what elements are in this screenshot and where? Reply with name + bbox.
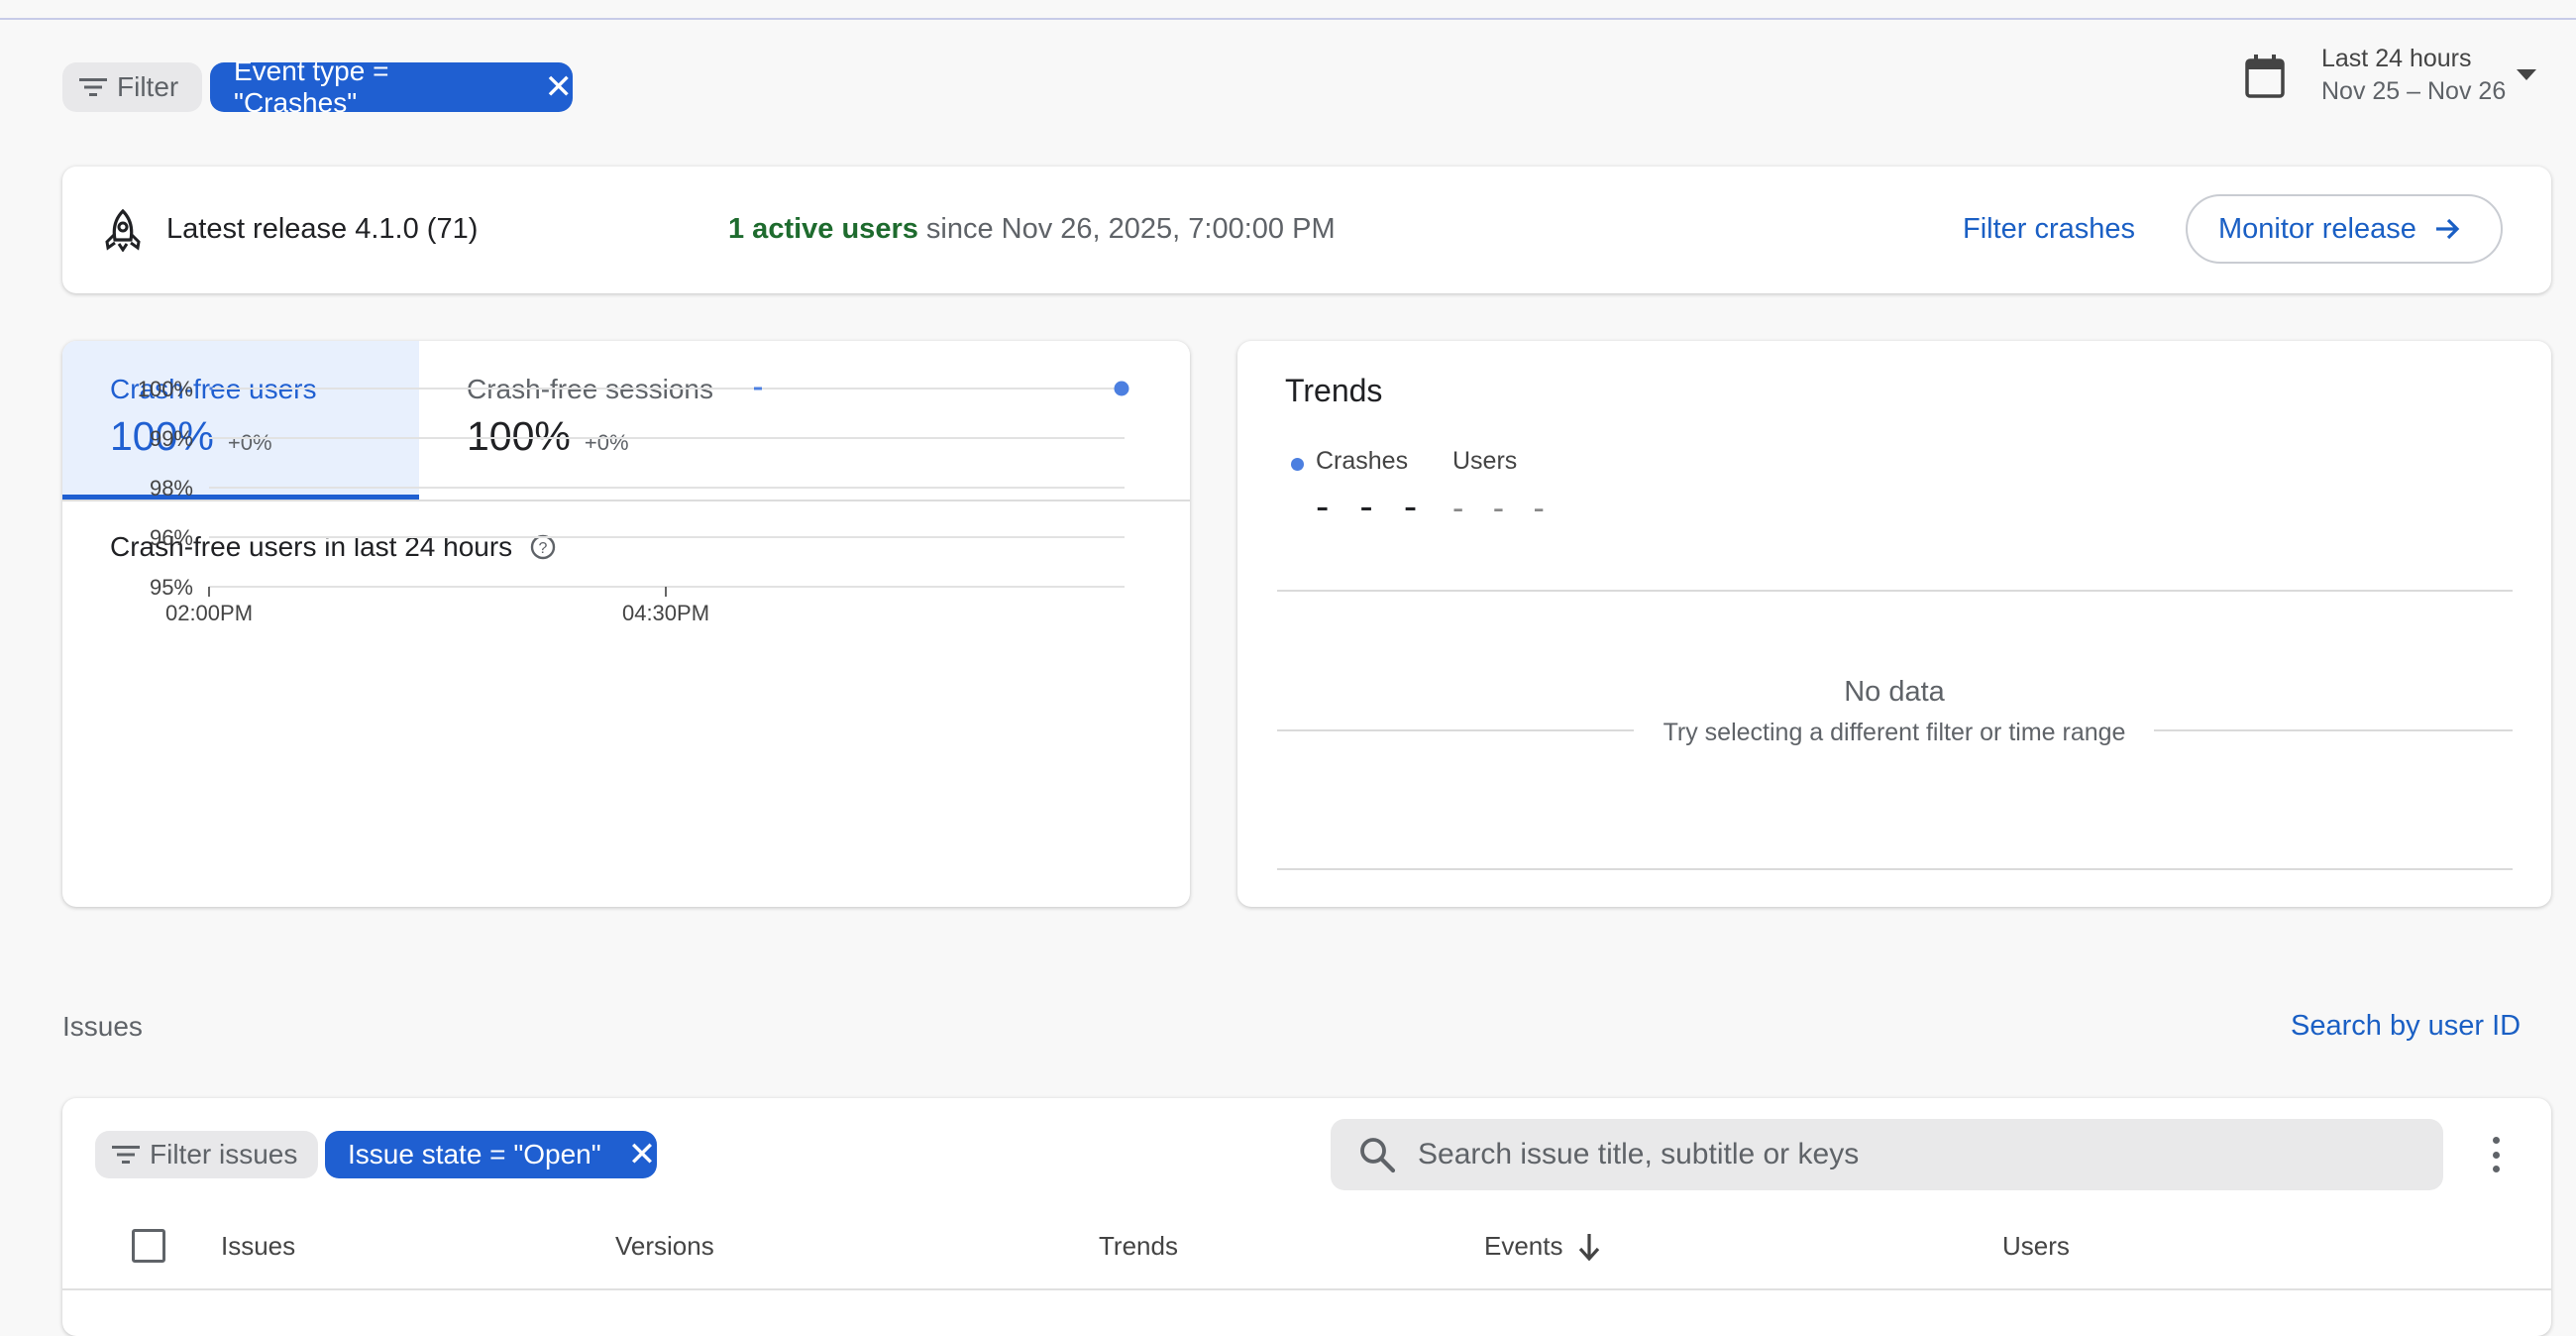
data-point	[754, 387, 762, 390]
issues-heading: Issues	[62, 1011, 143, 1042]
y-tick-label: 95%	[150, 575, 193, 600]
arrow-down-icon	[1578, 1233, 1599, 1261]
release-label: Latest release 4.1.0 (71)	[166, 213, 479, 245]
x-tick-label: 02:00PM	[165, 601, 253, 625]
date-range-subtitle: Nov 25 – Nov 26	[2321, 77, 2507, 105]
calendar-icon	[2245, 55, 2285, 98]
monitor-release-label: Monitor release	[2218, 212, 2416, 245]
table-header-divider	[62, 1288, 2551, 1290]
filter-label: Filter	[117, 71, 179, 102]
event-type-chip-label: Event type = "Crashes"	[234, 56, 389, 118]
close-icon[interactable]: ✕	[628, 1138, 657, 1171]
issue-search-input[interactable]: Search issue title, subtitle or keys	[1331, 1119, 2443, 1190]
y-tick-label: 96%	[150, 525, 193, 550]
filter-icon	[112, 1146, 140, 1164]
filter-issues-label: Filter issues	[150, 1139, 298, 1169]
search-icon	[1360, 1138, 1396, 1173]
issues-card: Filter issues Issue state = "Open" ✕ Sea…	[62, 1098, 2551, 1336]
users-value: - - -	[1452, 490, 1555, 527]
filter-button[interactable]: Filter	[62, 62, 202, 112]
legend-crashes[interactable]: Crashes	[1316, 447, 1408, 476]
legend-users[interactable]: Users	[1452, 447, 1517, 476]
active-users-since: since Nov 26, 2025, 7:00:00 PM	[917, 213, 1336, 245]
more-options-icon[interactable]	[2491, 1137, 2501, 1172]
filter-issues-button[interactable]: Filter issues	[95, 1131, 318, 1178]
trends-card: Trends Crashes Users - - - - - - No data…	[1237, 341, 2551, 907]
event-type-chip[interactable]: Event type = "Crashes" ✕	[210, 56, 574, 118]
latest-release-card: Latest release 4.1.0 (71) 1 active users…	[62, 167, 2551, 293]
data-point	[1114, 381, 1129, 396]
x-tick-label: 04:30PM	[622, 601, 709, 625]
filter-icon	[79, 78, 107, 96]
column-header-events-label: Events	[1484, 1231, 1563, 1261]
filter-crashes-link[interactable]: Filter crashes	[1963, 213, 2135, 246]
date-range-title: Last 24 hours	[2321, 45, 2472, 72]
y-tick-label: 99%	[150, 426, 193, 451]
crashes-value: - - -	[1316, 485, 1428, 528]
crashes-legend-dot	[1291, 458, 1304, 471]
rocket-icon	[105, 208, 141, 252]
column-header-events[interactable]: Events	[1484, 1231, 1601, 1262]
chevron-down-icon	[2517, 69, 2536, 80]
issue-state-chip[interactable]: Issue state = "Open" ✕	[325, 1131, 657, 1178]
trends-gridline	[1277, 868, 2513, 870]
monitor-release-button[interactable]: Monitor release	[2186, 194, 2503, 264]
active-users-text: 1 active users since Nov 26, 2025, 7:00:…	[728, 213, 1336, 246]
y-tick-label: 98%	[150, 476, 193, 501]
data-point	[209, 387, 213, 390]
y-tick-label: 100%	[138, 377, 193, 401]
date-range-picker[interactable]: Last 24 hours Nov 25 – Nov 26	[2241, 40, 2558, 119]
trends-title: Trends	[1285, 373, 1383, 408]
column-header-versions[interactable]: Versions	[615, 1231, 714, 1262]
close-icon[interactable]: ✕	[545, 70, 574, 104]
crash-free-users-chart: 100% 99% 98% 96% 95%02:00PM 04:30PM	[138, 377, 1129, 625]
no-data-title: No data	[1844, 676, 1945, 708]
trends-gridline	[1277, 590, 2513, 592]
issue-state-chip-label: Issue state = "Open"	[348, 1139, 601, 1169]
select-all-checkbox[interactable]	[132, 1229, 165, 1263]
search-by-user-id-link[interactable]: Search by user ID	[2291, 1010, 2521, 1043]
column-header-users[interactable]: Users	[2002, 1231, 2070, 1262]
no-data-subtitle: Try selecting a different filter or time…	[1663, 719, 2126, 746]
column-header-issues[interactable]: Issues	[221, 1231, 295, 1262]
active-users-count: 1 active users	[728, 213, 918, 245]
column-header-trends[interactable]: Trends	[1099, 1231, 1178, 1262]
top-divider	[0, 18, 2576, 20]
crash-free-card: Crash-free users 100% +0% Crash-free sess…	[62, 341, 1190, 907]
issue-search-placeholder: Search issue title, subtitle or keys	[1418, 1138, 1860, 1170]
arrow-right-icon	[2435, 218, 2460, 240]
